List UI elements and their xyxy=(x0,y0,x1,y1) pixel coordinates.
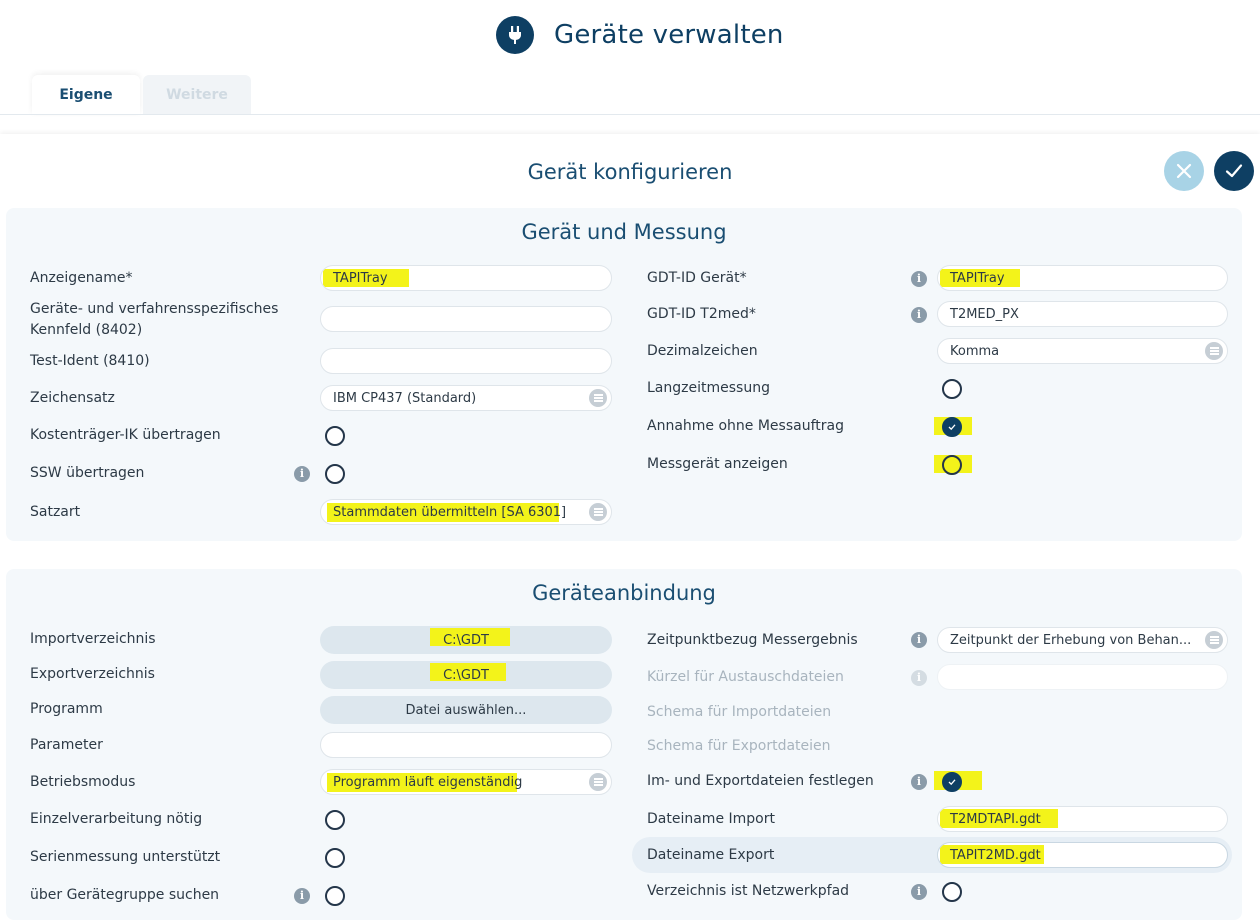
confirm-button[interactable] xyxy=(1214,151,1254,191)
serienmessung-radio[interactable] xyxy=(325,848,345,868)
info-icon[interactable]: i xyxy=(911,632,927,648)
label-importverzeichnis: Importverzeichnis xyxy=(30,631,156,647)
gdt-t2med-value: T2MED_PX xyxy=(950,306,1019,322)
label-gdt-t2med: GDT-ID T2med* xyxy=(647,306,756,322)
menu-icon xyxy=(1205,631,1223,649)
dateiname-import-value: T2MDTAPI.gdt xyxy=(950,811,1041,827)
label-dateiname-export: Dateiname Export xyxy=(647,847,775,863)
label-kostentraeger: Kostenträger-IK übertragen xyxy=(30,427,221,443)
config-title: Gerät konfigurieren xyxy=(527,160,733,184)
label-zeichensatz: Zeichensatz xyxy=(30,390,115,406)
label-anzeigename: Anzeigename* xyxy=(30,270,133,286)
exportverzeichnis-value: C:\GDT xyxy=(443,667,489,683)
label-parameter: Parameter xyxy=(30,737,103,753)
page-title: Geräte verwalten xyxy=(554,20,784,50)
info-icon[interactable]: i xyxy=(294,466,310,482)
label-annahme: Annahme ohne Messauftrag xyxy=(647,418,844,434)
kuerzel-input[interactable] xyxy=(937,664,1228,690)
geraetegruppe-radio[interactable] xyxy=(325,886,345,906)
info-icon: i xyxy=(911,670,927,686)
anzeigename-input[interactable]: TAPITray xyxy=(320,265,612,291)
info-icon[interactable]: i xyxy=(911,774,927,790)
label-netzwerkpfad: Verzeichnis ist Netzwerkpfad xyxy=(647,883,850,899)
satzart-select[interactable]: Stammdaten übermitteln [SA 6301] xyxy=(320,499,612,525)
gdt-geraet-value: TAPITray xyxy=(950,270,1005,286)
importverzeichnis-value: C:\GDT xyxy=(443,632,489,648)
dezimalzeichen-select[interactable]: Komma xyxy=(937,338,1228,364)
exportverzeichnis-button[interactable]: C:\GDT xyxy=(320,661,612,689)
info-icon[interactable]: i xyxy=(911,307,927,323)
label-serienmessung: Serienmessung unterstützt xyxy=(30,849,221,865)
label-exportverzeichnis: Exportverzeichnis xyxy=(30,666,155,682)
info-icon[interactable]: i xyxy=(911,271,927,287)
zeichensatz-value: IBM CP437 (Standard) xyxy=(333,390,477,406)
tab-eigene[interactable]: Eigene xyxy=(32,75,140,115)
menu-icon xyxy=(1205,342,1223,360)
tabs-divider xyxy=(0,114,1260,115)
betriebsmodus-value: Programm läuft eigenständig xyxy=(333,774,523,790)
label-kennfeld-line1: Geräte- und verfahrensspezifisches xyxy=(30,301,279,317)
parameter-input[interactable] xyxy=(320,732,612,758)
label-schema-export: Schema für Exportdateien xyxy=(647,738,831,754)
dateiname-export-value: TAPIT2MD.gdt xyxy=(950,847,1041,863)
info-icon[interactable]: i xyxy=(294,888,310,904)
label-zeitpunktbezug: Zeitpunktbezug Messergebnis xyxy=(647,632,858,648)
festlegen-radio[interactable] xyxy=(942,772,962,792)
dateiname-import-input[interactable]: T2MDTAPI.gdt xyxy=(937,806,1228,832)
zeitpunktbezug-select[interactable]: Zeitpunkt der Erhebung von Behan... xyxy=(937,627,1228,653)
label-dateiname-import: Dateiname Import xyxy=(647,811,775,827)
label-langzeitmessung: Langzeitmessung xyxy=(647,380,770,396)
close-icon xyxy=(1176,163,1192,179)
label-gdt-geraet: GDT-ID Gerät* xyxy=(647,270,747,286)
check-icon xyxy=(1225,164,1243,178)
label-programm: Programm xyxy=(30,701,103,717)
label-betriebsmodus: Betriebsmodus xyxy=(30,774,136,790)
plug-icon xyxy=(496,16,534,54)
zeichensatz-select[interactable]: IBM CP437 (Standard) xyxy=(320,385,612,411)
label-satzart: Satzart xyxy=(30,504,81,520)
section-title-geraeteanbindung: Geräteanbindung xyxy=(532,581,716,605)
label-kuerzel: Kürzel für Austauschdateien xyxy=(647,669,844,685)
label-einzelverarbeitung: Einzelverarbeitung nötig xyxy=(30,811,203,827)
section-geraet-messung xyxy=(6,208,1242,541)
zeitpunktbezug-value: Zeitpunkt der Erhebung von Behan... xyxy=(950,632,1192,648)
menu-icon xyxy=(589,389,607,407)
tab-weitere[interactable]: Weitere xyxy=(143,75,251,115)
cancel-button[interactable] xyxy=(1164,151,1204,191)
page-header: Geräte verwalten xyxy=(496,15,784,55)
einzelverarbeitung-radio[interactable] xyxy=(325,810,345,830)
label-testident: Test-Ident (8410) xyxy=(30,353,150,369)
kostentraeger-radio[interactable] xyxy=(325,426,345,446)
kennfeld-input[interactable] xyxy=(320,306,612,332)
label-dezimalzeichen: Dezimalzeichen xyxy=(647,343,758,359)
label-geraetegruppe: über Gerätegruppe suchen xyxy=(30,887,220,903)
menu-icon xyxy=(589,773,607,791)
ssw-radio[interactable] xyxy=(325,464,345,484)
check-icon xyxy=(948,779,956,786)
dateiname-export-input[interactable]: TAPIT2MD.gdt xyxy=(937,842,1228,868)
label-messgeraet: Messgerät anzeigen xyxy=(647,456,788,472)
dezimalzeichen-value: Komma xyxy=(950,343,1000,359)
importverzeichnis-button[interactable]: C:\GDT xyxy=(320,626,612,654)
section-title-geraet-messung: Gerät und Messung xyxy=(521,220,727,244)
annahme-radio[interactable] xyxy=(942,417,962,437)
label-festlegen: Im- und Exportdateien festlegen xyxy=(647,773,874,789)
programm-file-button[interactable]: Datei auswählen... xyxy=(320,696,612,724)
betriebsmodus-select[interactable]: Programm läuft eigenständig xyxy=(320,769,612,795)
satzart-value: Stammdaten übermitteln [SA 6301] xyxy=(333,504,567,520)
menu-icon xyxy=(589,503,607,521)
label-ssw: SSW übertragen xyxy=(30,465,145,481)
gdt-geraet-input[interactable]: TAPITray xyxy=(937,265,1228,291)
info-icon[interactable]: i xyxy=(911,884,927,900)
label-schema-import: Schema für Importdateien xyxy=(647,704,832,720)
label-kennfeld-line2: Kennfeld (8402) xyxy=(30,322,143,338)
langzeitmessung-radio[interactable] xyxy=(942,379,962,399)
check-icon xyxy=(948,424,956,431)
testident-input[interactable] xyxy=(320,348,612,374)
gdt-t2med-input[interactable]: T2MED_PX xyxy=(937,301,1228,327)
anzeigename-value: TAPITray xyxy=(333,270,388,286)
netzwerkpfad-radio[interactable] xyxy=(942,882,962,902)
messgeraet-radio[interactable] xyxy=(942,455,962,475)
